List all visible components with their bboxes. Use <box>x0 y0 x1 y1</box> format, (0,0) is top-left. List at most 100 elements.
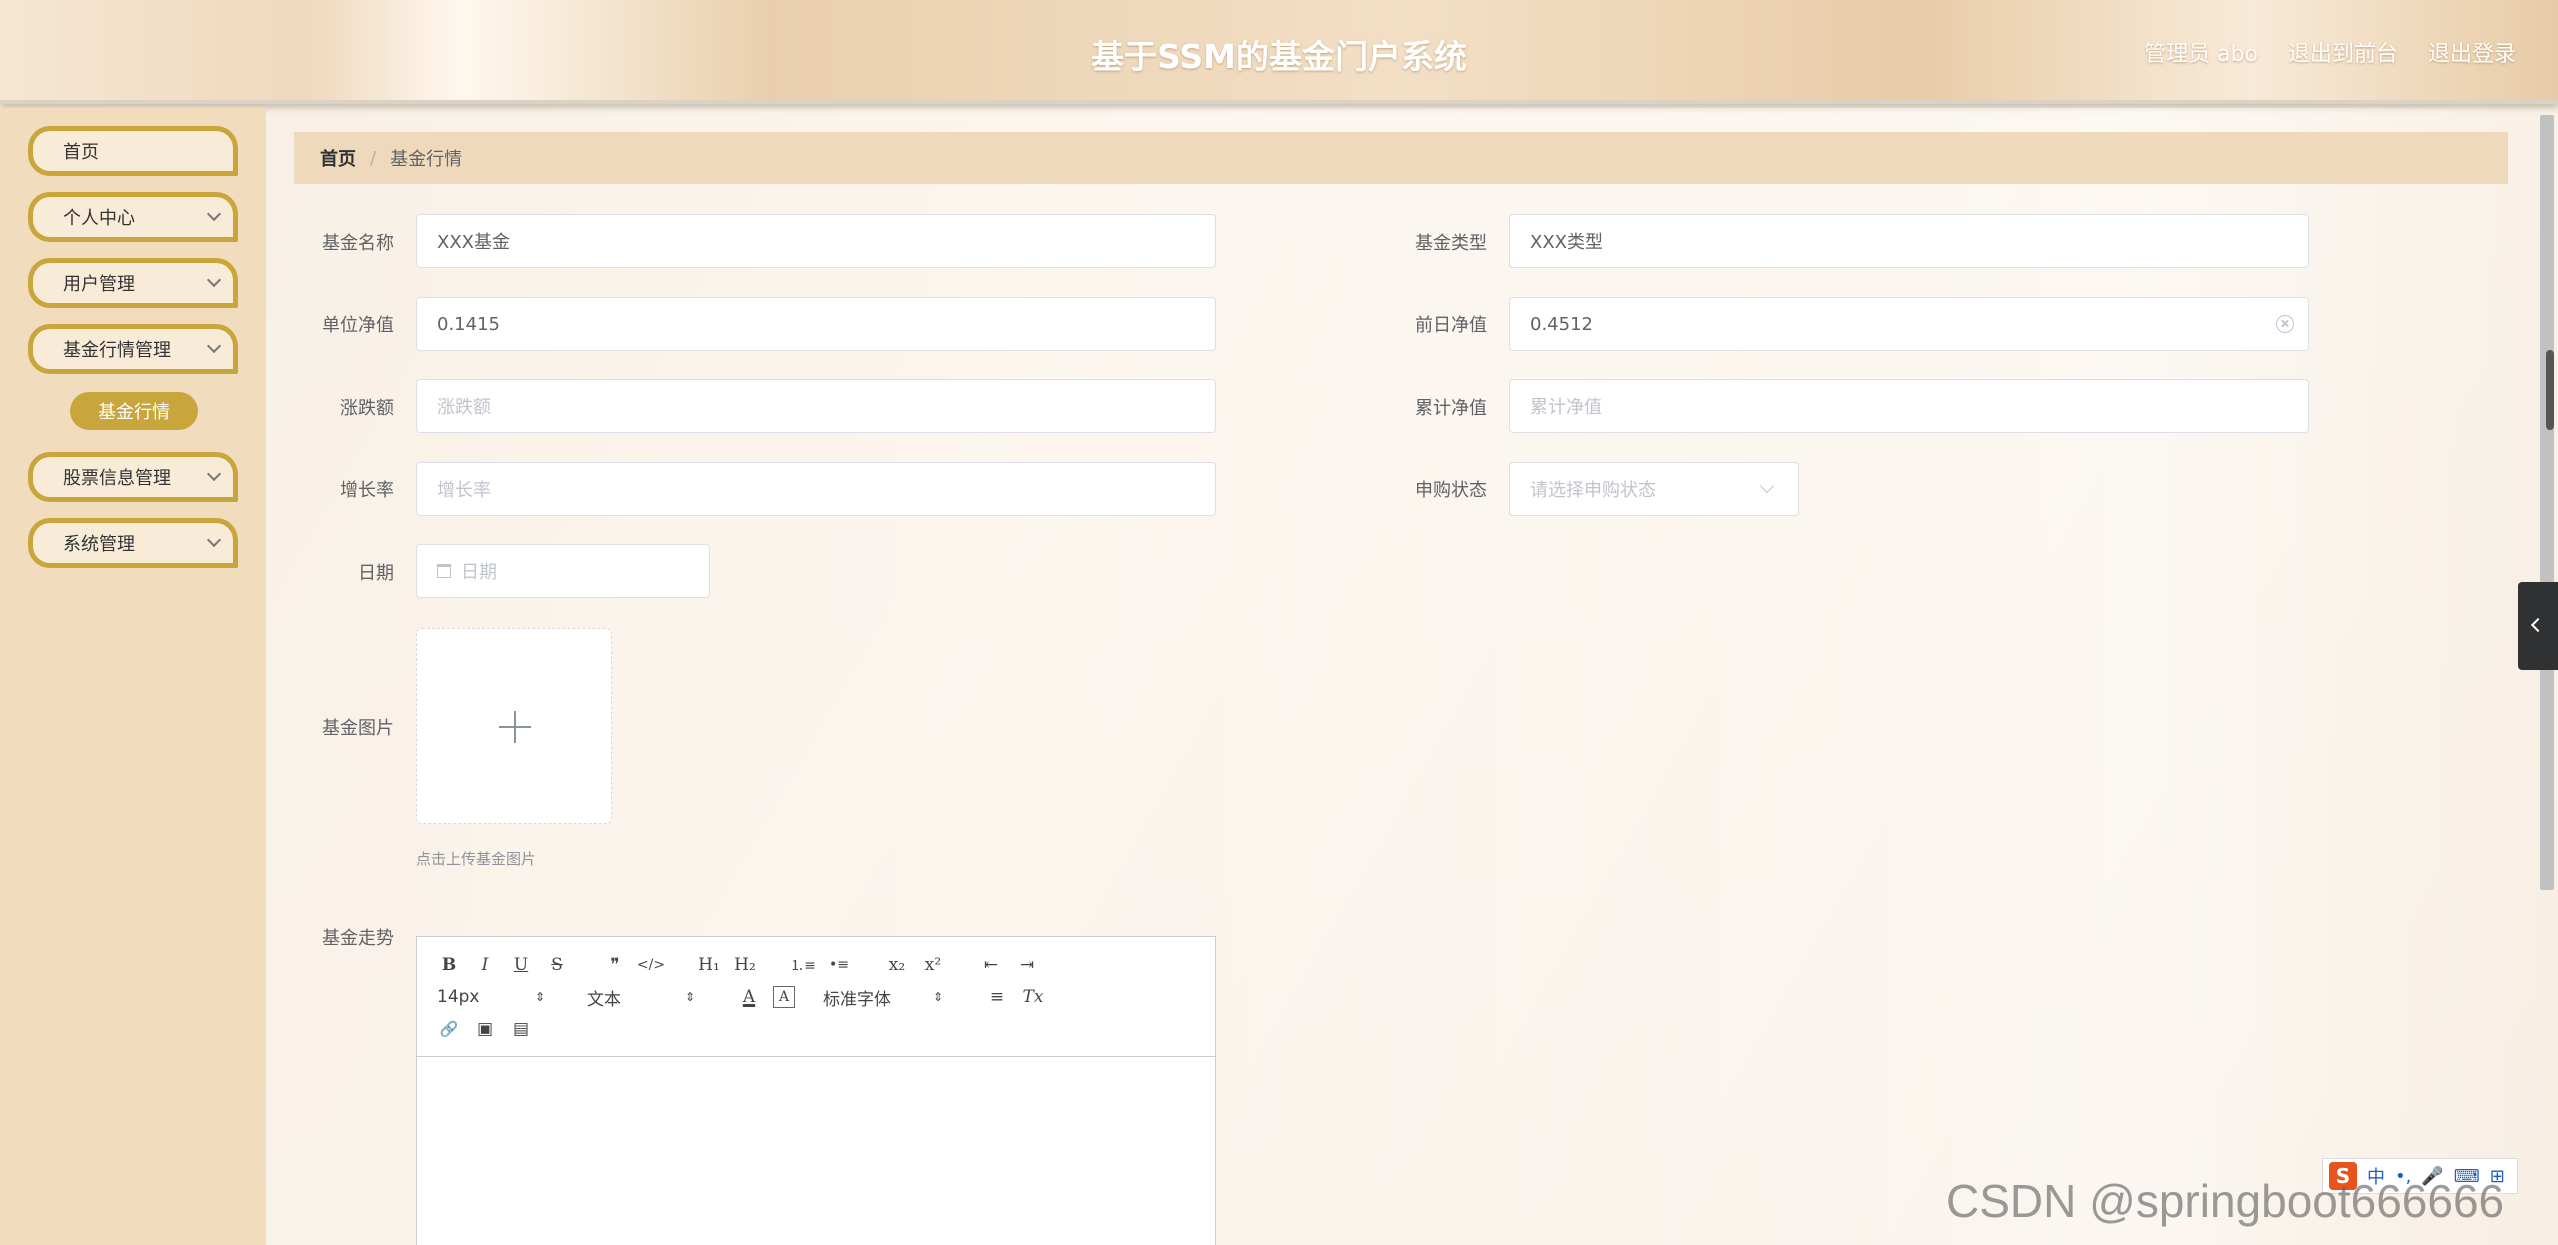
select-arrows-icon: ⇕ <box>534 990 545 1004</box>
unit-nav-input[interactable]: 0.1415 <box>416 297 1216 351</box>
sidebar-item-label: 股票信息管理 <box>63 468 171 489</box>
chevron-down-icon <box>206 272 222 288</box>
heading-1-button[interactable]: H₁ <box>691 951 727 979</box>
image-upload-box[interactable] <box>416 628 612 824</box>
chevron-down-icon <box>206 532 222 548</box>
font-family-value: 标准字体 <box>823 989 891 1010</box>
chevron-down-icon <box>206 206 222 222</box>
prev-nav-input[interactable]: 0.4512 <box>1509 297 2309 351</box>
code-block-button[interactable]: </> <box>633 951 669 979</box>
link-button[interactable]: 🔗 <box>431 1015 467 1043</box>
logout-link[interactable]: 退出登录 <box>2428 36 2516 68</box>
clear-format-button[interactable]: Tx <box>1015 983 1051 1011</box>
back-to-frontend-link[interactable]: 退出到前台 <box>2288 36 2398 68</box>
italic-button[interactable]: I <box>467 951 503 979</box>
unit-nav-label: 单位净值 <box>322 315 394 336</box>
sidebar: 首页 个人中心 用户管理 基金行情管理 基金行情 股票信息管理 系统管理 <box>0 108 266 1245</box>
fund-type-input[interactable]: XXX类型 <box>1509 214 2309 268</box>
select-arrows-icon: ⇕ <box>684 990 695 1004</box>
blockquote-button[interactable]: ❞ <box>597 951 633 979</box>
purchase-status-placeholder: 请选择申购状态 <box>1530 480 1656 501</box>
subscript-button[interactable]: x₂ <box>879 951 915 979</box>
sidebar-item-label: 系统管理 <box>63 534 135 555</box>
side-panel-toggle[interactable] <box>2518 582 2558 670</box>
date-label: 日期 <box>358 563 394 584</box>
superscript-button[interactable]: x² <box>915 951 951 979</box>
cum-nav-input[interactable]: 累计净值 <box>1509 379 2309 433</box>
font-family-select[interactable]: 标准字体 ⇕ <box>817 983 957 1011</box>
sidebar-item-label: 基金行情管理 <box>63 340 171 361</box>
outdent-button[interactable]: ⇤ <box>973 951 1009 979</box>
sidebar-item-label: 首页 <box>63 142 99 163</box>
align-button[interactable]: ≡ <box>979 983 1015 1011</box>
purchase-status-label: 申购状态 <box>1415 480 1487 501</box>
sidebar-item-label: 个人中心 <box>63 208 135 229</box>
chevron-down-icon <box>1759 478 1775 494</box>
fund-name-label: 基金名称 <box>322 233 394 254</box>
fund-type-value: XXX类型 <box>1530 232 1603 253</box>
editor-content-area[interactable] <box>417 1057 1215 1245</box>
prev-nav-label: 前日净值 <box>1415 315 1487 336</box>
date-picker[interactable]: 日期 <box>416 544 710 598</box>
fund-image-label: 基金图片 <box>322 718 394 739</box>
prev-nav-value: 0.4512 <box>1530 313 1593 335</box>
ordered-list-button[interactable]: ⒈≡ <box>785 951 821 979</box>
main-content: 首页 / 基金行情 基金名称 XXX基金 基金类型 XXX类型 单位净值 0.1… <box>266 108 2558 1245</box>
breadcrumb-current: 基金行情 <box>390 149 463 170</box>
breadcrumb-separator: / <box>370 147 377 169</box>
clear-icon[interactable] <box>2276 315 2294 333</box>
paragraph-select[interactable]: 文本 ⇕ <box>581 983 709 1011</box>
font-size-value: 14px <box>437 987 480 1007</box>
fund-type-label: 基金类型 <box>1415 233 1487 254</box>
fund-trend-label: 基金走势 <box>322 928 394 949</box>
header-links: 管理员 abo 退出到前台 退出登录 <box>2144 36 2516 68</box>
cum-nav-label: 累计净值 <box>1415 398 1487 419</box>
bold-button[interactable]: B <box>431 951 467 979</box>
editor-toolbar: B I U S ❞ </> H₁ H₂ ⒈≡ •≡ x₂ x² ⇤ ⇥ 14px… <box>417 937 1215 1057</box>
video-button[interactable]: ▤ <box>503 1015 539 1043</box>
select-arrows-icon: ⇕ <box>932 990 943 1004</box>
csdn-watermark: CSDN @springboot666666 <box>1946 1175 2505 1227</box>
font-size-select[interactable]: 14px ⇕ <box>431 983 559 1011</box>
image-button[interactable]: ▣ <box>467 1015 503 1043</box>
sidebar-item-stock-info-management[interactable]: 股票信息管理 <box>28 452 238 502</box>
breadcrumb: 首页 / 基金行情 <box>294 132 2508 184</box>
admin-user-label: 管理员 abo <box>2144 42 2258 67</box>
growth-rate-label: 增长率 <box>340 480 394 501</box>
rich-text-editor: B I U S ❞ </> H₁ H₂ ⒈≡ •≡ x₂ x² ⇤ ⇥ 14px… <box>416 936 1216 1245</box>
font-color-button[interactable]: A <box>731 983 767 1011</box>
calendar-icon <box>437 564 451 578</box>
cum-nav-placeholder: 累计净值 <box>1530 397 1602 418</box>
sidebar-subitem-fund-market[interactable]: 基金行情 <box>70 392 198 430</box>
chevron-left-icon <box>2530 617 2546 633</box>
background-color-button[interactable]: A <box>773 986 795 1008</box>
sidebar-item-user-management[interactable]: 用户管理 <box>28 258 238 308</box>
scrollbar-thumb[interactable] <box>2546 350 2554 430</box>
chevron-down-icon <box>206 338 222 354</box>
breadcrumb-home[interactable]: 首页 <box>320 145 356 171</box>
sidebar-item-fund-market-management[interactable]: 基金行情管理 <box>28 324 238 374</box>
growth-rate-placeholder: 增长率 <box>437 480 491 501</box>
sidebar-item-system-management[interactable]: 系统管理 <box>28 518 238 568</box>
sidebar-item-label: 用户管理 <box>63 274 135 295</box>
plus-icon <box>499 711 531 743</box>
change-amount-input[interactable]: 涨跌额 <box>416 379 1216 433</box>
change-amount-placeholder: 涨跌额 <box>437 397 491 418</box>
growth-rate-input[interactable]: 增长率 <box>416 462 1216 516</box>
paragraph-value: 文本 <box>587 989 621 1010</box>
chevron-down-icon <box>206 466 222 482</box>
purchase-status-select[interactable]: 请选择申购状态 <box>1509 462 1799 516</box>
sidebar-item-personal-center[interactable]: 个人中心 <box>28 192 238 242</box>
fund-name-input[interactable]: XXX基金 <box>416 214 1216 268</box>
sidebar-item-home[interactable]: 首页 <box>28 126 238 176</box>
bullet-list-button[interactable]: •≡ <box>821 951 857 979</box>
indent-button[interactable]: ⇥ <box>1009 951 1045 979</box>
strikethrough-button[interactable]: S <box>539 951 575 979</box>
upload-tip: 点击上传基金图片 <box>416 850 537 868</box>
change-amount-label: 涨跌额 <box>340 398 394 419</box>
heading-2-button[interactable]: H₂ <box>727 951 763 979</box>
top-header: 基于SSM的基金门户系统 管理员 abo 退出到前台 退出登录 <box>0 0 2558 104</box>
page-scrollbar[interactable] <box>2540 115 2554 890</box>
date-placeholder: 日期 <box>461 562 497 583</box>
underline-button[interactable]: U <box>503 951 539 979</box>
